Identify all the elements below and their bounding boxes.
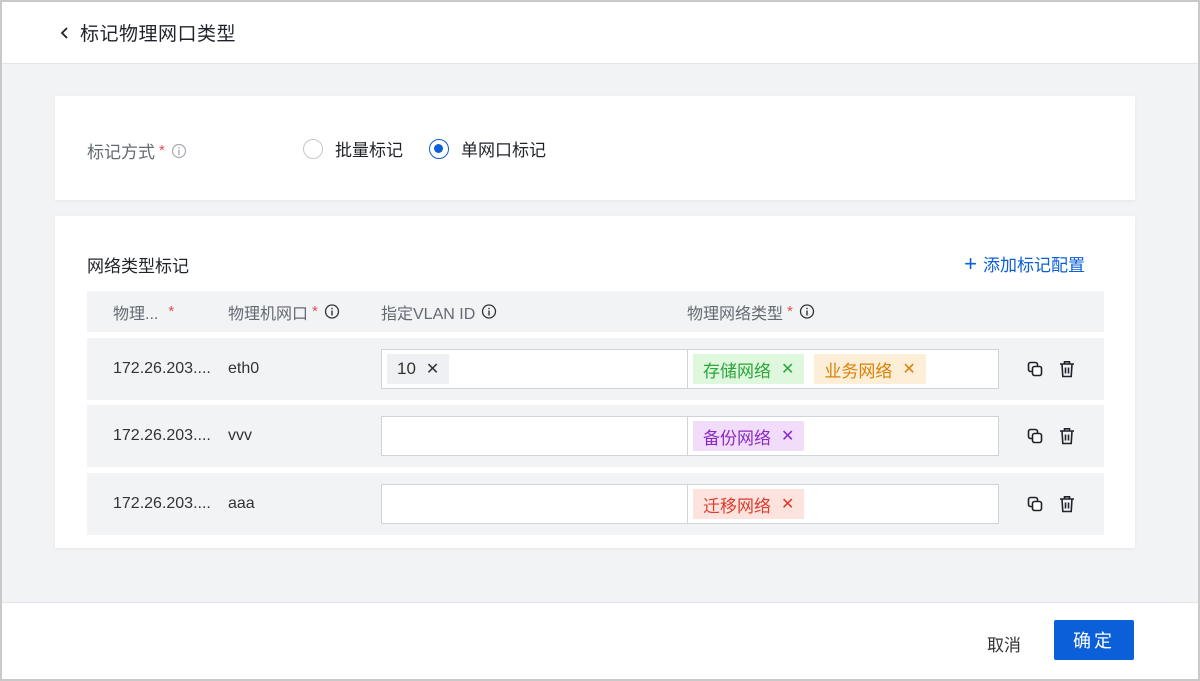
network-tag-label: 存储网络 — [703, 361, 771, 381]
required-mark: * — [787, 303, 793, 320]
header-port-label: 物理机网口 — [228, 305, 309, 323]
header-network-type: 物理网络类型 * — [687, 291, 815, 332]
vlan-tag: 10 ✕ — [387, 354, 450, 384]
info-icon[interactable] — [799, 304, 815, 320]
network-tag: 存储网络 ✕ — [693, 354, 805, 384]
row-actions — [1025, 338, 1089, 400]
vlan-input[interactable]: 10 ✕ — [381, 349, 688, 389]
port-cell: vvv — [228, 427, 252, 444]
close-icon[interactable]: ✕ — [781, 426, 794, 446]
section-title: 网络类型标记 — [87, 257, 189, 276]
close-icon[interactable]: ✕ — [781, 359, 794, 379]
network-tag: 迁移网络 ✕ — [693, 489, 805, 519]
radio-single[interactable]: 单网口标记 — [429, 136, 546, 161]
port-cell: eth0 — [228, 360, 260, 377]
required-mark: * — [168, 303, 175, 320]
network-tag-label: 业务网络 — [824, 361, 893, 381]
close-icon[interactable]: ✕ — [781, 494, 794, 514]
mode-field-label: 标记方式 * — [87, 138, 187, 163]
page-title: 标记物理网口类型 — [80, 24, 237, 45]
trash-icon[interactable] — [1057, 359, 1077, 379]
mode-label-text: 标记方式 — [87, 143, 155, 162]
host-cell: 172.26.203.... — [113, 495, 211, 512]
back-arrow-icon[interactable] — [58, 26, 72, 40]
table-row: 172.26.203.... vvv 备份网络 ✕ — [87, 405, 1104, 467]
close-icon[interactable]: ✕ — [426, 359, 439, 379]
network-tag-label: 备份网络 — [703, 428, 771, 448]
network-tag: 业务网络 ✕ — [814, 354, 926, 384]
header-host-label: 物理... — [113, 305, 159, 323]
header-host: 物理... * — [113, 291, 174, 332]
copy-icon[interactable] — [1025, 494, 1045, 514]
cancel-button[interactable]: 取消 — [987, 631, 1021, 656]
network-type-select[interactable]: 备份网络 ✕ — [687, 416, 999, 456]
header-vlan-label: 指定VLAN ID — [381, 305, 476, 323]
radio-label-single: 单网口标记 — [461, 141, 546, 160]
network-type-select[interactable]: 迁移网络 ✕ — [687, 484, 999, 524]
radio-circle-batch[interactable] — [303, 138, 323, 159]
trash-icon[interactable] — [1057, 494, 1077, 514]
copy-icon[interactable] — [1025, 359, 1045, 379]
mode-card: 标记方式 * 批量标记 单网口标记 — [55, 96, 1135, 200]
network-marking-card: 网络类型标记 + 添加标记配置 物理... * 物理机网口 * 指定VLAN I… — [55, 216, 1135, 548]
dialog-footer: 取消 确定 — [2, 602, 1198, 679]
confirm-button[interactable]: 确定 — [1054, 620, 1134, 660]
plus-icon: + — [964, 250, 977, 276]
header-port: 物理机网口 * — [228, 291, 340, 332]
vlan-input[interactable] — [381, 416, 688, 456]
header-vlan: 指定VLAN ID — [381, 291, 497, 332]
vlan-input[interactable] — [381, 484, 688, 524]
page-header: 标记物理网口类型 — [2, 2, 1198, 64]
trash-icon[interactable] — [1057, 426, 1077, 446]
radio-batch[interactable]: 批量标记 — [303, 136, 403, 161]
table-row: 172.26.203.... eth0 10 ✕ 存储网络 ✕ 业务网络 ✕ — [87, 338, 1104, 400]
header-network-type-label: 物理网络类型 — [687, 305, 784, 323]
info-icon[interactable] — [324, 304, 340, 320]
add-config-button[interactable]: + 添加标记配置 — [964, 251, 1085, 276]
dialog-frame: 标记物理网口类型 标记方式 * 批量标记 单网口标记 网络类型标记 + 添加标记… — [0, 0, 1200, 681]
row-actions — [1025, 473, 1089, 535]
table-row: 172.26.203.... aaa 迁移网络 ✕ — [87, 473, 1104, 535]
close-icon[interactable]: ✕ — [902, 359, 915, 379]
table-header: 物理... * 物理机网口 * 指定VLAN ID 物理网络类型 * — [87, 291, 1104, 332]
host-cell: 172.26.203.... — [113, 427, 211, 444]
radio-label-batch: 批量标记 — [335, 141, 403, 160]
copy-icon[interactable] — [1025, 426, 1045, 446]
radio-circle-single[interactable] — [429, 138, 449, 159]
network-type-select[interactable]: 存储网络 ✕ 业务网络 ✕ — [687, 349, 999, 389]
host-cell: 172.26.203.... — [113, 360, 211, 377]
info-icon[interactable] — [171, 143, 187, 159]
vlan-tag-label: 10 — [397, 359, 416, 378]
required-mark: * — [312, 303, 318, 320]
row-actions — [1025, 405, 1089, 467]
network-tag-label: 迁移网络 — [703, 496, 771, 516]
info-icon[interactable] — [481, 304, 497, 320]
port-cell: aaa — [228, 495, 255, 512]
required-mark: * — [159, 142, 165, 159]
add-config-label: 添加标记配置 — [983, 256, 1085, 275]
mode-radio-group: 批量标记 单网口标记 — [303, 136, 572, 161]
network-tag: 备份网络 ✕ — [693, 421, 805, 451]
